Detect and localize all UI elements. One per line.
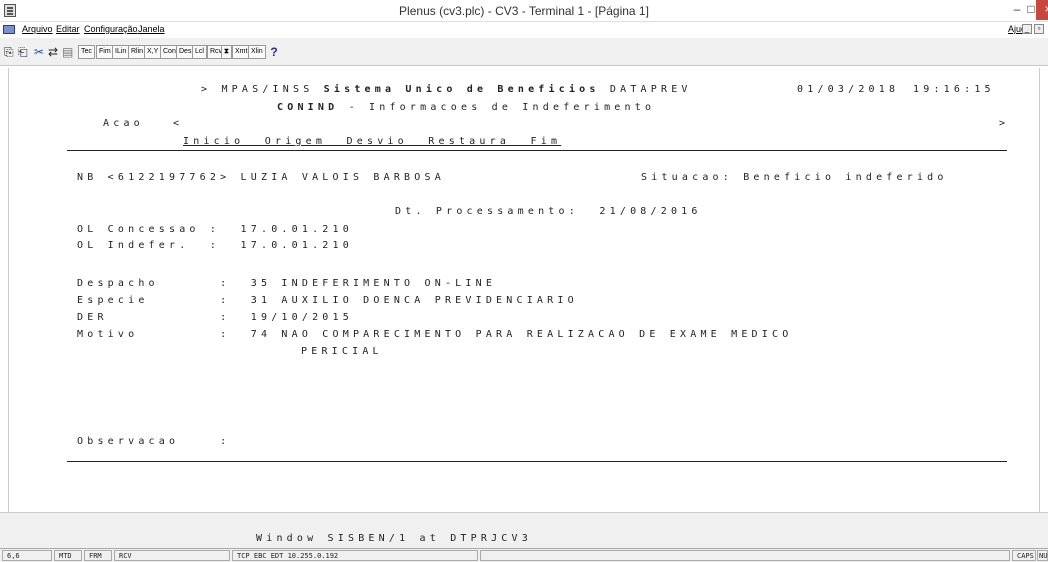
menu-arquivo[interactable]: Arquivo bbox=[22, 24, 53, 34]
situacao-line: Situacao: Beneficio indeferido bbox=[641, 172, 948, 183]
rcv-indicator: RCV bbox=[114, 550, 230, 561]
ilin-button[interactable]: ILin bbox=[112, 45, 130, 59]
menu-configuracao[interactable]: Configuração bbox=[84, 24, 138, 34]
cut-icon[interactable]: ✂ bbox=[34, 44, 44, 60]
ol-indefer: OL Indefer. : 17.0.01.210 bbox=[77, 240, 353, 251]
copy-icon[interactable]: ⎘ bbox=[4, 44, 14, 60]
especie-line: Especie : 31 AUXILIO DOENCA PREVIDENCIAR… bbox=[77, 295, 578, 306]
title-bar: Plenus (cv3.plc) - CV3 - Terminal 1 - [P… bbox=[0, 0, 1048, 22]
connection-info: TCP EBC EDT 10.255.0.192 bbox=[232, 550, 478, 561]
mdi-restore-button[interactable]: ▫ bbox=[1034, 24, 1044, 34]
mdi-minimize-button[interactable]: _ bbox=[1022, 24, 1032, 34]
xlin-button[interactable]: Xlin bbox=[248, 45, 266, 59]
header-date: 01/03/2018 bbox=[797, 84, 900, 95]
menu-janela[interactable]: Janela bbox=[138, 24, 165, 34]
xy-button[interactable]: X,Y bbox=[144, 45, 162, 59]
header-prefix: > MPAS/INSS bbox=[201, 84, 314, 95]
terminal-gap bbox=[0, 512, 1048, 530]
motivo-line: Motivo : 74 NAO COMPARECIMENTO PARA REAL… bbox=[77, 329, 793, 340]
der-line: DER : 19/10/2015 bbox=[77, 312, 353, 323]
action-menu[interactable]: Inicio Origem Desvio Restaura Fim bbox=[183, 136, 561, 147]
transfer-icon[interactable]: ⇄ bbox=[48, 44, 58, 60]
subtitle-line: CONIND - Informacoes de Indeferimento bbox=[277, 102, 655, 113]
status-area: Window SISBEN/1 at DTPRJCV3 6,6 MTD FRM … bbox=[0, 530, 1048, 562]
header-org: DATAPREV bbox=[609, 84, 692, 95]
minimize-button[interactable]: – bbox=[1010, 0, 1024, 20]
close-button[interactable]: × bbox=[1036, 0, 1048, 20]
print-icon[interactable]: ▤ bbox=[62, 44, 73, 60]
terminal-icon[interactable] bbox=[3, 25, 15, 34]
menu-editar[interactable]: Editar bbox=[56, 24, 80, 34]
hourglass-button[interactable]: ⧗ bbox=[221, 45, 232, 59]
terminal-screen[interactable]: > MPAS/INSS Sistema Unico de Beneficios … bbox=[8, 68, 1040, 512]
acao-left-arrow[interactable]: < bbox=[173, 118, 183, 129]
paste-icon[interactable]: ⎗ bbox=[18, 44, 28, 60]
tec-button[interactable]: Tec bbox=[78, 45, 95, 59]
caps-indicator: CAPS bbox=[1012, 550, 1036, 561]
ol-concessao: OL Concessao : 17.0.01.210 bbox=[77, 224, 353, 235]
menu-bar: Arquivo Editar Configuração Janela Ajuda… bbox=[0, 22, 1048, 38]
frm-indicator: FRM bbox=[84, 550, 112, 561]
system-name: Sistema Unico de Beneficios bbox=[323, 84, 600, 95]
despacho-line: Despacho : 35 INDEFERIMENTO ON-LINE bbox=[77, 278, 497, 289]
header-time: 19:16:15 bbox=[913, 84, 995, 95]
transaction-code: CONIND bbox=[277, 102, 339, 113]
bottom-divider bbox=[67, 461, 1007, 462]
help-icon[interactable]: ? bbox=[266, 44, 282, 60]
num-indicator: NU bbox=[1037, 550, 1048, 561]
mtd-indicator: MTD bbox=[54, 550, 82, 561]
motivo-continuation: PERICIAL bbox=[301, 346, 383, 357]
window-line: Window SISBEN/1 at DTPRJCV3 bbox=[256, 533, 532, 544]
cursor-position: 6,6 bbox=[2, 550, 52, 561]
transaction-title: - Informacoes de Indeferimento bbox=[348, 102, 656, 113]
top-divider bbox=[67, 150, 1007, 151]
acao-right-arrow[interactable]: > bbox=[999, 118, 1009, 129]
toolbar: ⎘ ⎗ ✂ ⇄ ▤ Tec Fim ILin Rlin X,Y Con Des … bbox=[0, 38, 1048, 66]
observacao-label: Observacao : bbox=[77, 436, 231, 447]
status-bar: 6,6 MTD FRM RCV TCP EBC EDT 10.255.0.192… bbox=[0, 548, 1048, 562]
nb-line: NB <6122197762> LUZIA VALOIS BARBOSA bbox=[77, 172, 445, 183]
status-blank bbox=[480, 550, 1010, 561]
lcl-button[interactable]: Lcl bbox=[192, 45, 207, 59]
header-line: > MPAS/INSS Sistema Unico de Beneficios … bbox=[201, 84, 692, 95]
acao-label: Acao bbox=[103, 118, 144, 129]
dt-processamento: Dt. Processamento: 21/08/2016 bbox=[395, 206, 702, 217]
window-title: Plenus (cv3.plc) - CV3 - Terminal 1 - [P… bbox=[399, 4, 649, 18]
